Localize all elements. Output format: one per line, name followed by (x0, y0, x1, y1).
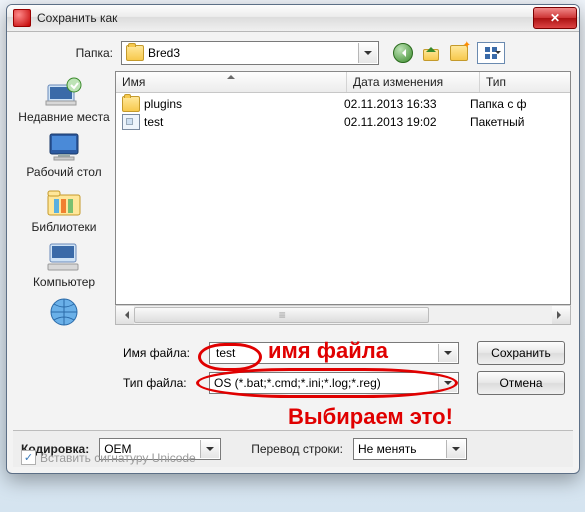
network-icon (44, 295, 84, 329)
titlebar[interactable]: Сохранить как ✕ (7, 5, 579, 32)
grid-icon (485, 47, 497, 59)
filename-label: Имя файла: (123, 346, 209, 360)
place-desktop[interactable]: Рабочий стол (16, 130, 112, 179)
place-network[interactable] (16, 295, 112, 331)
nav-up-button[interactable] (421, 43, 441, 63)
folder-value: Bred3 (148, 46, 180, 60)
recent-places-icon (44, 75, 84, 109)
cancel-button[interactable]: Отмена (477, 371, 565, 395)
chevron-down-icon[interactable] (358, 43, 377, 63)
file-name: test (144, 115, 344, 129)
chevron-down-icon[interactable] (438, 344, 457, 362)
scroll-left-button[interactable] (116, 306, 134, 324)
file-date: 02.11.2013 16:33 (344, 97, 470, 111)
column-name[interactable]: Имя (116, 72, 347, 92)
save-button[interactable]: Сохранить (477, 341, 565, 365)
list-item[interactable]: test02.11.2013 19:02Пакетный (116, 113, 570, 131)
filetype-value: OS (*.bat;*.cmd;*.ini;*.log;*.reg) (214, 376, 454, 390)
list-item[interactable]: plugins02.11.2013 16:33Папка с ф (116, 95, 570, 113)
lineend-combo[interactable]: Не менять (353, 438, 467, 460)
place-recent-label: Недавние места (16, 111, 112, 124)
back-icon (393, 43, 413, 63)
unicode-signature-label: Вставить сигнатуру Unicode (40, 451, 196, 465)
chevron-down-icon[interactable] (446, 440, 465, 458)
filetype-label: Тип файла: (123, 376, 209, 390)
scroll-thumb[interactable] (134, 307, 429, 323)
folder-label: Папка: (53, 46, 113, 60)
close-button[interactable]: ✕ (533, 7, 577, 29)
new-folder-icon (450, 45, 468, 61)
filetype-combo[interactable]: OS (*.bat;*.cmd;*.ini;*.log;*.reg) (209, 372, 459, 394)
libraries-icon (44, 185, 84, 219)
sort-asc-icon (227, 71, 235, 79)
folder-combo[interactable]: Bred3 (121, 41, 379, 65)
window-title: Сохранить как (37, 11, 117, 25)
folder-up-icon (423, 45, 439, 61)
computer-icon (44, 240, 84, 274)
chevron-down-icon[interactable] (438, 374, 457, 392)
checkbox-icon: ✓ (21, 450, 36, 465)
column-date[interactable]: Дата изменения (347, 72, 480, 92)
desktop-icon (44, 130, 84, 164)
place-desktop-label: Рабочий стол (16, 166, 112, 179)
horizontal-scrollbar[interactable] (115, 305, 571, 325)
file-type: Папка с ф (470, 97, 570, 111)
scroll-right-button[interactable] (552, 306, 570, 324)
places-bar: Недавние места Рабочий стол Библиотеки (13, 71, 115, 395)
nav-back-button[interactable] (393, 43, 413, 63)
place-libraries[interactable]: Библиотеки (16, 185, 112, 234)
view-menu-button[interactable] (477, 42, 505, 64)
unicode-signature-checkbox[interactable]: ✓ Вставить сигнатуру Unicode (21, 450, 196, 465)
place-recent[interactable]: Недавние места (16, 75, 112, 124)
list-header[interactable]: Имя Дата изменения Тип (116, 72, 570, 93)
client-area: Папка: Bred3 Недавние места (13, 35, 573, 467)
filename-field[interactable] (214, 345, 454, 361)
regfile-icon (122, 114, 140, 130)
lineend-value: Не менять (358, 442, 416, 456)
lineend-label: Перевод строки: (251, 442, 343, 456)
filename-input[interactable] (209, 342, 459, 364)
place-libraries-label: Библиотеки (16, 221, 112, 234)
nav-newfolder-button[interactable] (449, 43, 469, 63)
file-date: 02.11.2013 19:02 (344, 115, 470, 129)
app-icon (13, 9, 31, 27)
file-list[interactable]: Имя Дата изменения Тип plugins02.11.2013… (115, 71, 571, 305)
chevron-down-icon[interactable] (200, 440, 219, 458)
column-type[interactable]: Тип (480, 72, 570, 92)
scroll-track[interactable] (134, 306, 552, 324)
file-name: plugins (144, 97, 344, 111)
place-computer[interactable]: Компьютер (16, 240, 112, 289)
save-as-dialog: Сохранить как ✕ Папка: Bred3 (6, 4, 580, 474)
place-computer-label: Компьютер (16, 276, 112, 289)
folder-icon (122, 96, 140, 112)
folder-icon (126, 45, 144, 61)
file-type: Пакетный (470, 115, 570, 129)
